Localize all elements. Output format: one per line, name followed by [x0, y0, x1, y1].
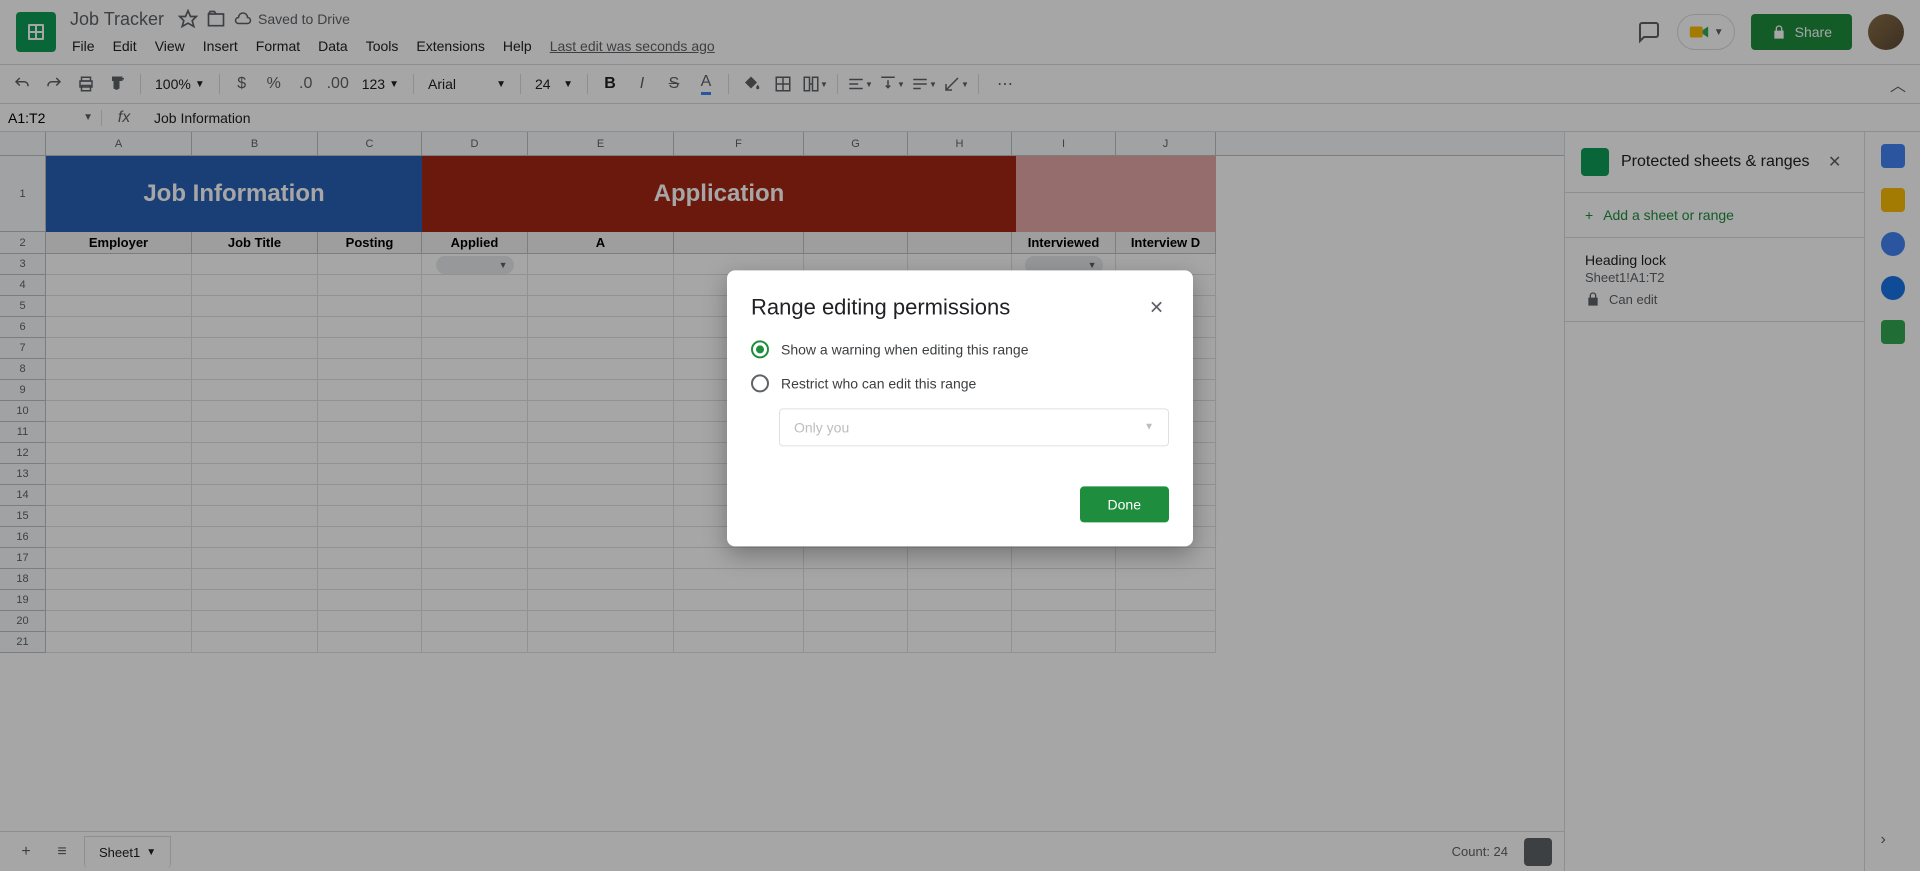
radio-restrict[interactable]: Restrict who can edit this range: [751, 374, 1169, 392]
radio-label: Show a warning when editing this range: [781, 341, 1029, 357]
done-button[interactable]: Done: [1080, 486, 1169, 522]
radio-show-warning[interactable]: Show a warning when editing this range: [751, 340, 1169, 358]
radio-icon: [751, 340, 769, 358]
range-permissions-dialog: Range editing permissions ✕ Show a warni…: [727, 270, 1193, 546]
restrict-select-disabled: Only you ▼: [779, 408, 1169, 446]
close-icon[interactable]: ✕: [1149, 297, 1169, 317]
radio-label: Restrict who can edit this range: [781, 375, 976, 391]
radio-icon: [751, 374, 769, 392]
dialog-title: Range editing permissions: [751, 294, 1010, 320]
